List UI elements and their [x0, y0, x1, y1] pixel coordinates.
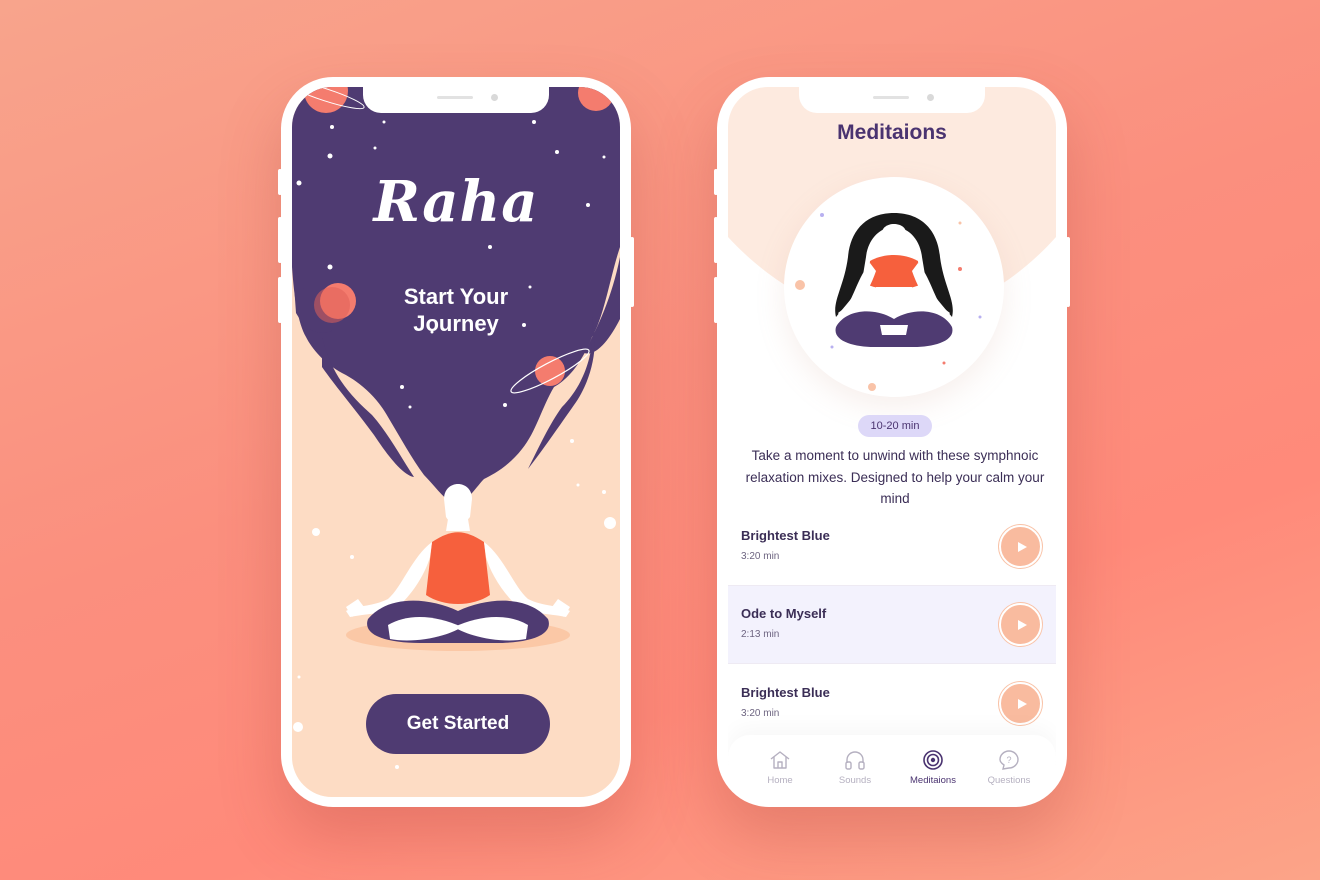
play-icon	[1017, 541, 1027, 552]
phone-splash: Raha Start Your Journey Get Started	[278, 77, 634, 807]
question-icon: ?	[999, 750, 1019, 770]
play-icon	[1017, 698, 1027, 709]
track-duration: 3:20 min	[741, 708, 780, 719]
tab-label: Home	[767, 775, 793, 786]
tab-bar: Home Sounds Meditaions ? Questions	[728, 735, 1056, 797]
get-started-button[interactable]: Get Started	[366, 694, 550, 754]
tab-label: Questions	[987, 775, 1031, 786]
svg-text:?: ?	[1006, 755, 1011, 765]
page-title: Meditaions	[837, 121, 947, 144]
app-logo: Raha	[373, 169, 539, 235]
track-row[interactable]: Brightest Blue 3:20 min	[728, 508, 1056, 586]
play-button[interactable]	[999, 603, 1042, 646]
duration-badge: 10-20 min	[858, 415, 932, 437]
tab-label: Sounds	[838, 775, 872, 786]
headphones-icon	[845, 751, 865, 770]
track-row[interactable]: Ode to Myself 2:13 min	[728, 586, 1056, 664]
play-button[interactable]	[999, 525, 1042, 568]
track-title: Brightest Blue	[741, 685, 830, 700]
meditations-screen: Meditaions 10-20 min Take a moment to un…	[728, 87, 1056, 797]
target-icon	[923, 750, 943, 770]
play-icon	[1017, 619, 1027, 630]
tab-sounds[interactable]: Sounds	[817, 749, 893, 786]
track-title: Brightest Blue	[741, 528, 830, 543]
tab-home[interactable]: Home	[742, 749, 818, 786]
meditation-illustration-circle	[784, 177, 1004, 397]
tagline-line-1: Start Your	[403, 284, 509, 309]
meditating-woman-illustration	[795, 213, 982, 391]
tagline: Start Your Journey	[292, 283, 620, 337]
tab-questions[interactable]: ? Questions	[971, 749, 1047, 786]
description: Take a moment to unwind with these symph…	[745, 448, 1045, 506]
track-duration: 2:13 min	[741, 629, 780, 640]
tab-meditations[interactable]: Meditaions	[895, 749, 971, 786]
home-icon	[770, 751, 790, 769]
splash-screen: Raha Start Your Journey Get Started	[292, 87, 620, 797]
tagline-line-2: Journey	[413, 311, 499, 336]
tab-label: Meditaions	[910, 775, 956, 786]
track-duration: 3:20 min	[741, 551, 780, 562]
track-title: Ode to Myself	[741, 606, 827, 621]
track-row[interactable]: Brightest Blue 3:20 min	[728, 665, 1056, 743]
play-button[interactable]	[999, 682, 1042, 725]
phone-meditations: Meditaions 10-20 min Take a moment to un…	[714, 77, 1070, 807]
notch	[363, 87, 549, 113]
notch	[799, 87, 985, 113]
